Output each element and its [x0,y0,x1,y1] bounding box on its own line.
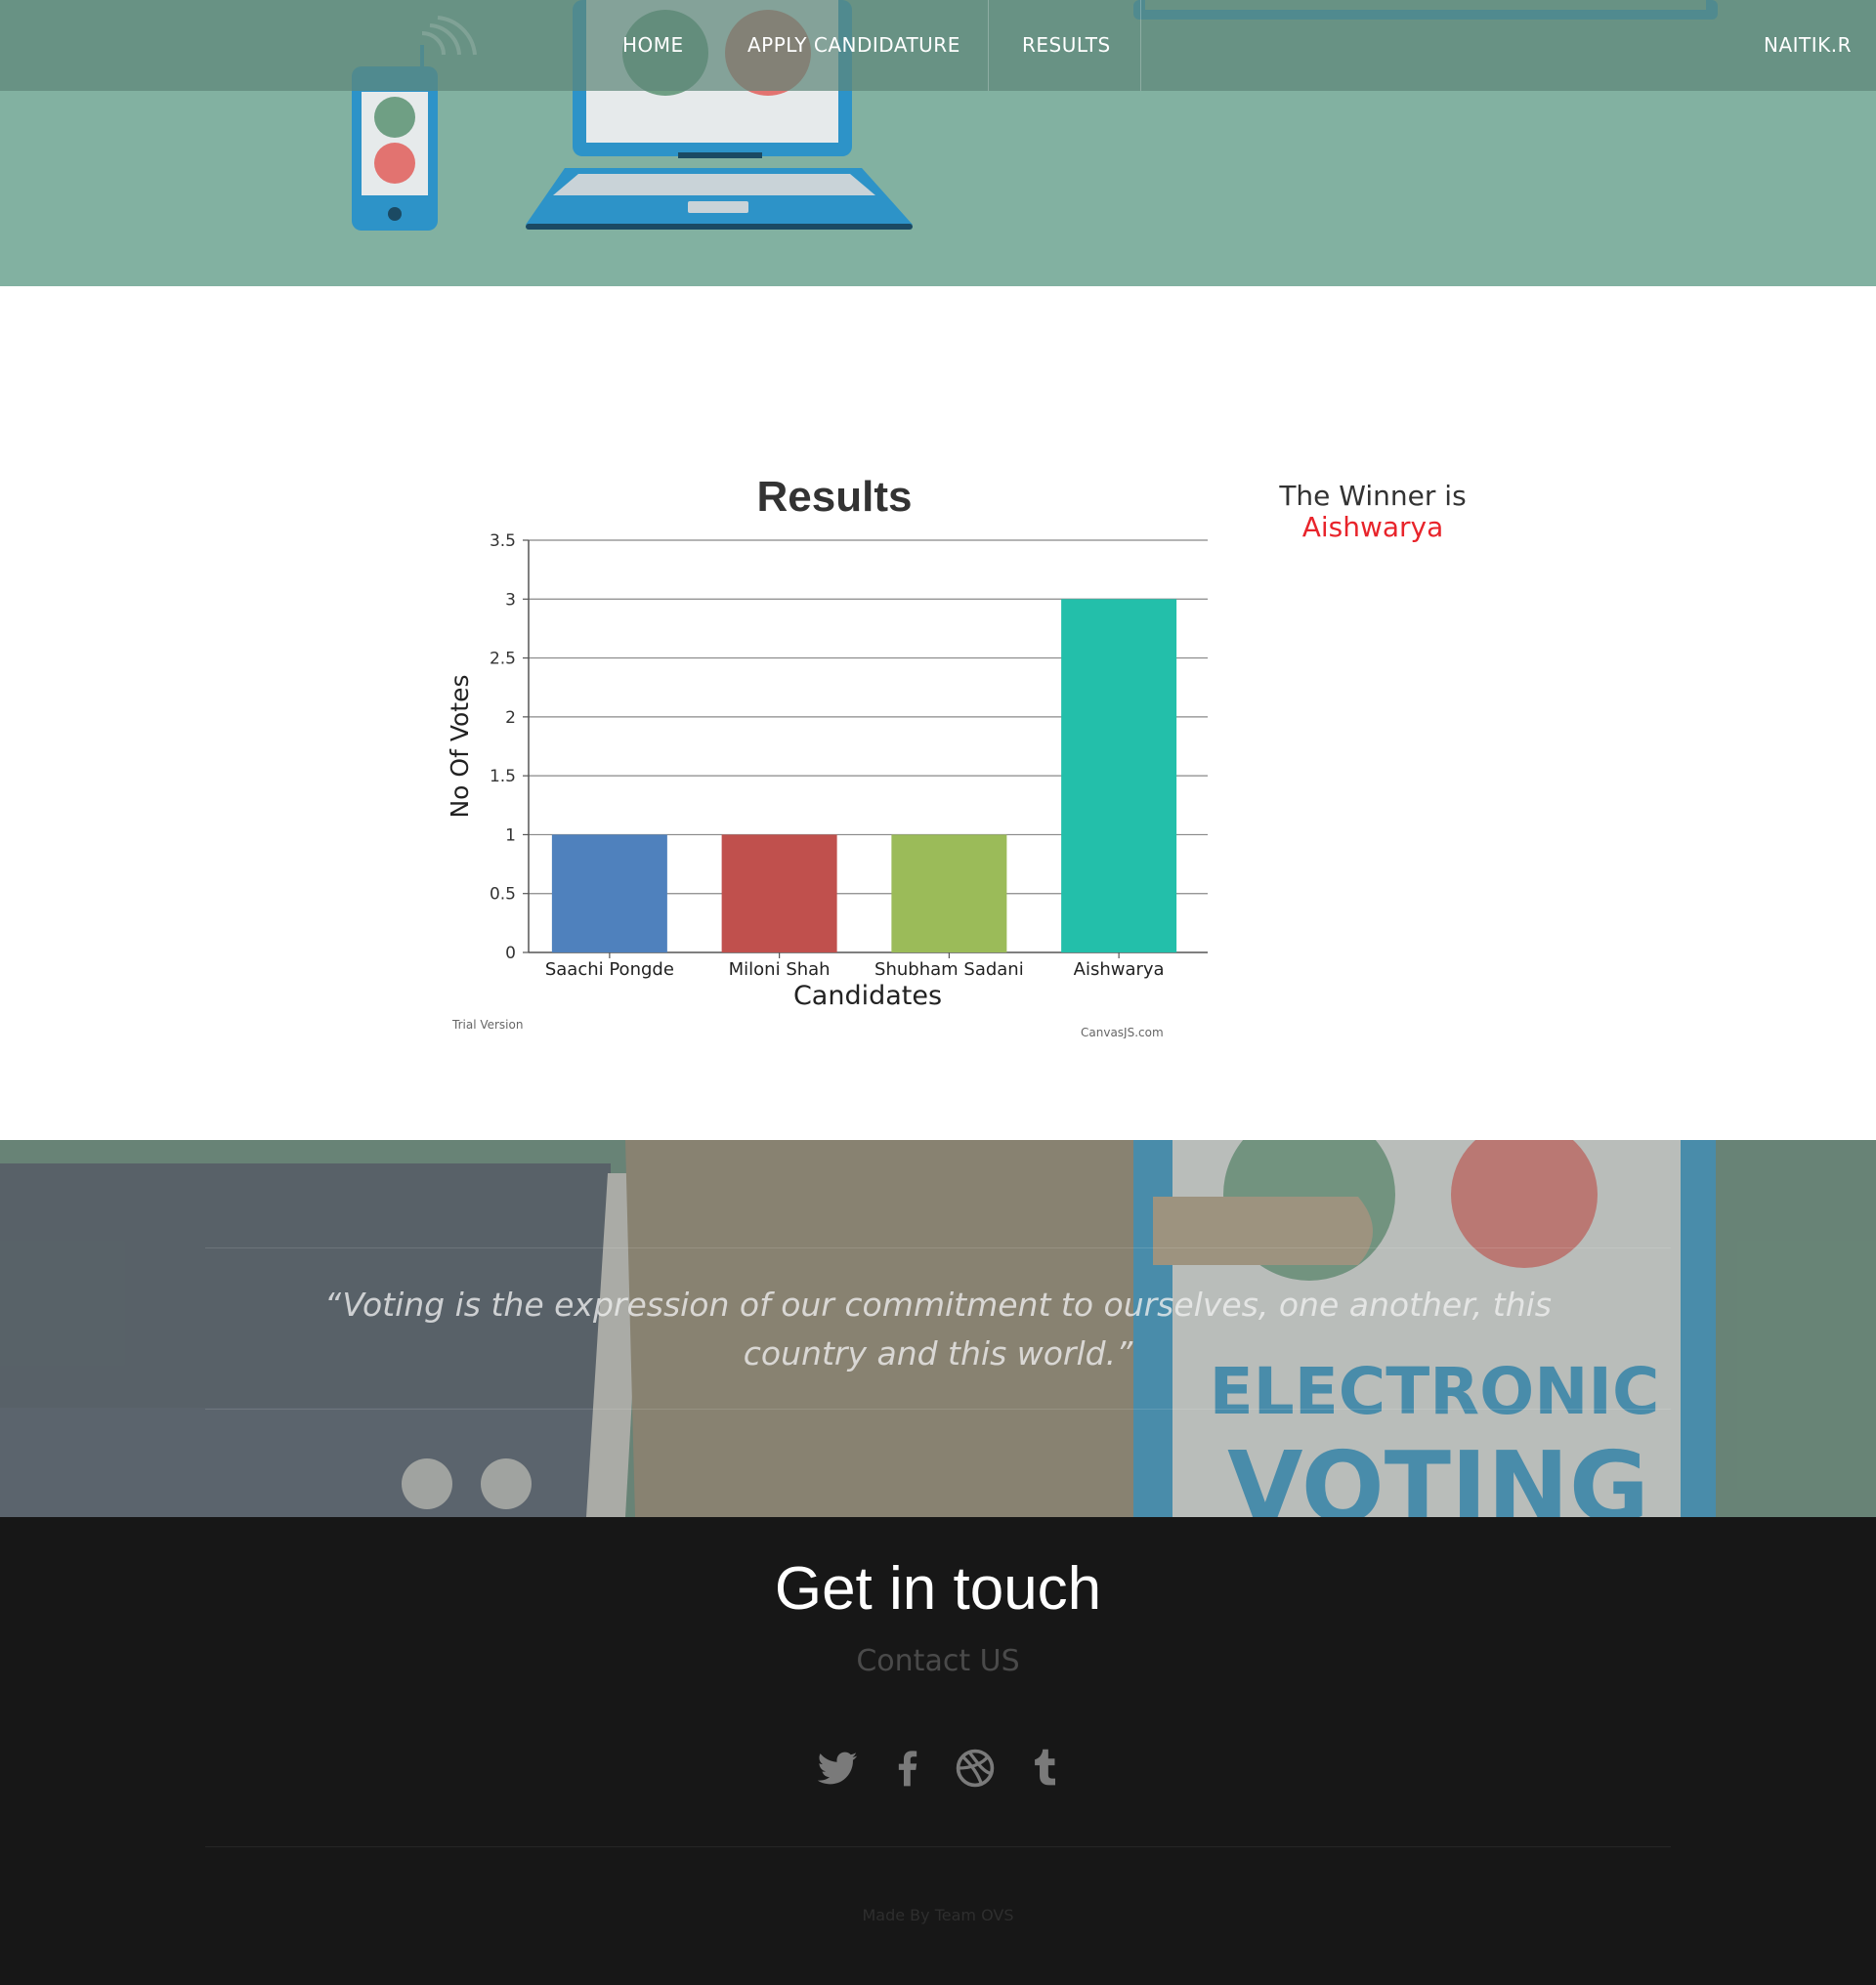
winner-announcement: The Winner is Aishwarya [1231,481,1514,543]
navbar: HOME APPLY CANDIDATURE RESULTS NAITIK.R [0,0,1876,91]
contact-us-heading: Contact US [856,1644,1020,1678]
x-tick-label: Aishwarya [1074,959,1165,980]
x-tick-label: Saachi Pongde [545,959,674,980]
bar-2 [891,834,1007,952]
footer-credit: Made By Team OVS [862,1906,1014,1924]
dribbble-icon[interactable] [954,1747,997,1790]
chart-title: Results [757,473,913,521]
winner-label: The Winner is [1279,480,1467,512]
quote-divider-bottom [205,1409,1671,1410]
nav-results[interactable]: RESULTS [1022,0,1111,91]
results-section: Results 0 0.5 1 1.5 2 2.5 3 3.5 Saachi Pongde Milo… [0,286,1876,1140]
y-axis-title: No Of Votes [446,674,474,818]
y-tick-label: 0 [505,944,516,963]
nav-divider [1140,0,1141,91]
bar-3 [1061,599,1177,952]
y-tick-label: 2 [505,708,516,728]
quote-text: “Voting is the expression of our commitm… [324,1286,1552,1373]
facebook-icon[interactable] [886,1747,929,1790]
nav-home[interactable]: HOME [622,0,684,91]
y-tick-label: 0.5 [490,885,516,905]
footer-title: Get in touch [774,1555,1102,1623]
tumblr-icon[interactable] [1023,1747,1066,1790]
y-tick-label: 3.5 [490,531,516,551]
x-axis-title: Candidates [793,981,942,1011]
winner-name: Aishwarya [1301,511,1444,543]
chart-trial-watermark: Trial Version [451,1018,523,1032]
bar-0 [551,834,667,952]
chart-credit-watermark: CanvasJS.com [1081,1026,1164,1038]
nav-user-account[interactable]: NAITIK.R [1764,0,1852,91]
x-tick-label: Miloni Shah [729,959,831,980]
footer: Get in touch Contact US Made By Team OVS [0,1517,1876,1985]
y-tick-label: 2.5 [490,650,516,669]
footer-divider [205,1846,1671,1847]
x-tick-label: Shubham Sadani [874,959,1024,980]
y-tick-label: 1 [505,825,516,845]
hero-banner: HOME APPLY CANDIDATURE RESULTS NAITIK.R [0,0,1876,286]
bar-1 [721,834,837,952]
quote-section: ELECTRONIC VOTING “Voting is the express… [0,1140,1876,1517]
y-tick-label: 1.5 [490,767,516,786]
nav-divider [988,0,989,91]
results-chart: Results 0 0.5 1 1.5 2 2.5 3 3.5 Saachi Pongde Milo… [446,473,1208,1038]
nav-apply-candidature[interactable]: APPLY CANDIDATURE [747,0,960,91]
y-tick-label: 3 [505,590,516,610]
twitter-icon[interactable] [816,1747,859,1790]
quote-divider-top [205,1247,1671,1248]
